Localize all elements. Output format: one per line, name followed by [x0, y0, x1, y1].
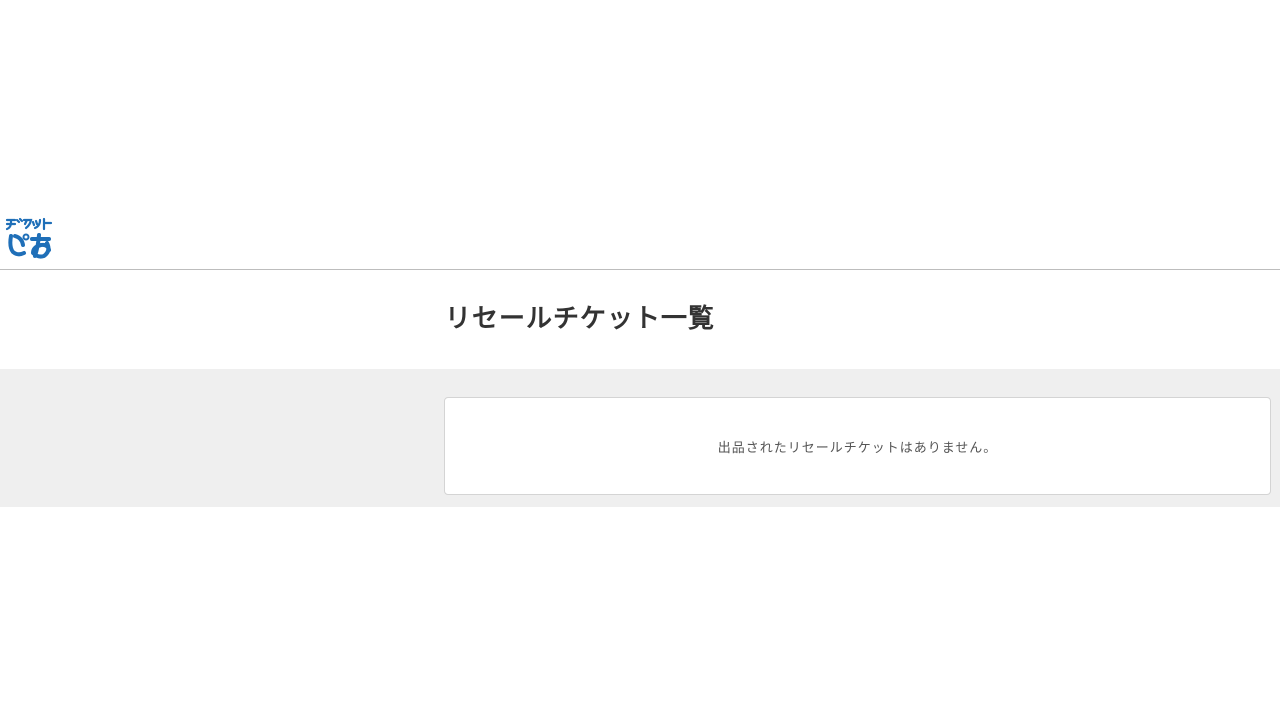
- tpia-logo-icon: [5, 217, 53, 259]
- page-title: リセールチケット一覧: [445, 304, 716, 334]
- top-blank-area: [0, 0, 1280, 208]
- title-section: リセールチケット一覧: [0, 270, 1280, 369]
- empty-state-card: 出品されたリセールチケットはありません。: [444, 397, 1271, 495]
- content-section: 出品されたリセールチケットはありません。: [0, 369, 1280, 507]
- empty-state-message: 出品されたリセールチケットはありません。: [717, 440, 998, 456]
- site-header: [0, 208, 1280, 270]
- tpia-logo[interactable]: [5, 217, 53, 261]
- page: リセールチケット一覧 出品されたリセールチケットはありません。: [0, 0, 1280, 720]
